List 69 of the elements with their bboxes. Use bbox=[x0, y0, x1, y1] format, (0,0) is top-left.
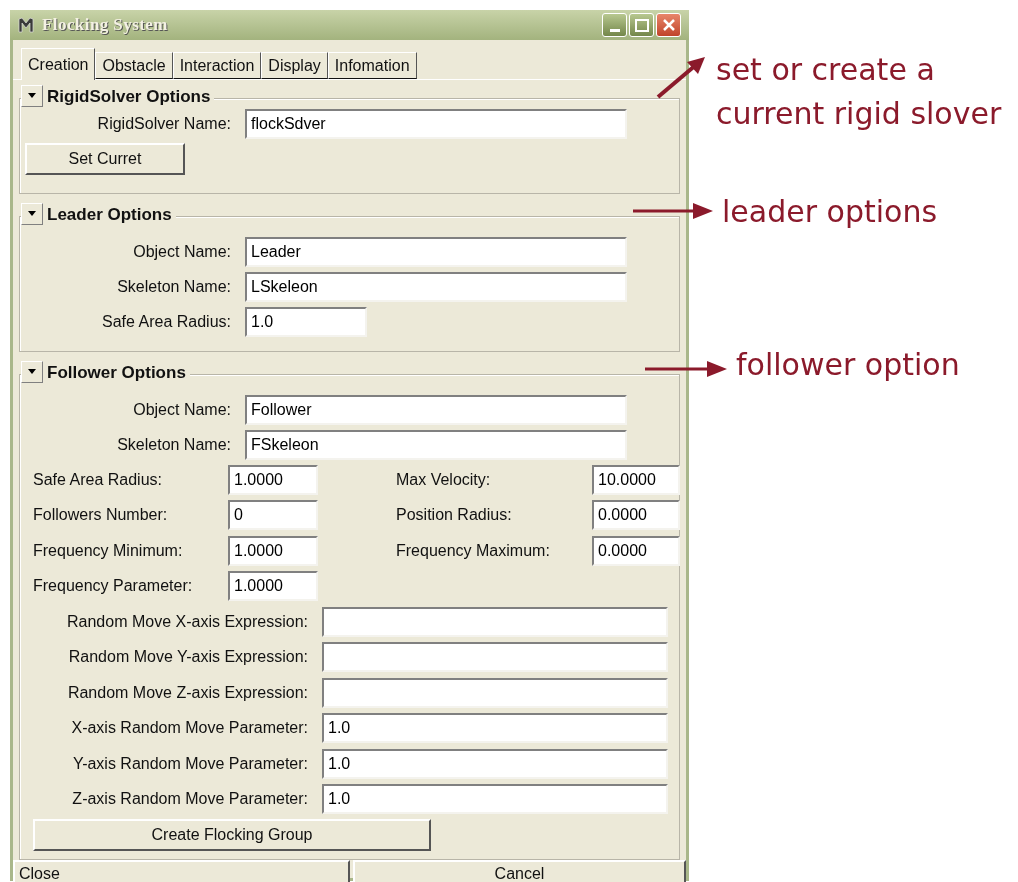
tab[interactable]: Creation bbox=[21, 48, 96, 80]
field-label: Random Move Z-axis Expression: bbox=[66, 682, 309, 703]
create-group-button[interactable]: Create Flocking Group bbox=[33, 819, 431, 851]
text-field[interactable]: 1.0 bbox=[245, 306, 367, 337]
text-field[interactable]: 0 bbox=[228, 500, 318, 531]
field-label: Safe Area Radius: bbox=[101, 311, 232, 332]
section-title: Follower Options bbox=[47, 363, 186, 381]
field-label: Object Name: bbox=[132, 241, 232, 262]
text-field[interactable]: 1.0000 bbox=[228, 535, 318, 566]
text-field[interactable]: LSkeleon bbox=[245, 271, 627, 302]
field-label: Y-axis Random Move Parameter: bbox=[71, 753, 309, 774]
field-label: Safe Area Radius: bbox=[33, 469, 163, 490]
close-dialog-button[interactable]: Close bbox=[13, 860, 350, 882]
collapse-toggle[interactable] bbox=[21, 203, 43, 225]
window-title: Flocking System bbox=[42, 14, 168, 37]
text-field[interactable]: flockSdver bbox=[245, 108, 627, 139]
field-label: Random Move Y-axis Expression: bbox=[67, 647, 309, 668]
text-field[interactable] bbox=[322, 677, 668, 708]
maximize-icon bbox=[634, 18, 649, 32]
text-field[interactable]: Leader bbox=[245, 236, 627, 267]
annotation-text: leader options bbox=[722, 193, 938, 231]
close-button[interactable] bbox=[656, 13, 681, 37]
field-label: Frequency Minimum: bbox=[33, 540, 184, 561]
text-field[interactable] bbox=[322, 606, 668, 637]
caret-down-icon bbox=[28, 93, 36, 99]
text-field[interactable]: 1.0000 bbox=[228, 464, 318, 495]
field-label: Z-axis Random Move Parameter: bbox=[71, 789, 309, 810]
collapse-toggle[interactable] bbox=[21, 85, 43, 107]
field-label: Skeleton Name: bbox=[116, 276, 232, 297]
minimize-icon bbox=[609, 29, 620, 32]
annotation-text: current rigid slover bbox=[716, 95, 1002, 133]
section-title: Leader Options bbox=[47, 205, 172, 223]
text-field[interactable] bbox=[322, 642, 668, 673]
field-label: RigidSolver Name: bbox=[96, 113, 232, 134]
text-field[interactable]: Follower bbox=[245, 394, 627, 425]
collapse-toggle[interactable] bbox=[21, 361, 43, 383]
field-label: Followers Number: bbox=[33, 505, 169, 526]
maximize-button[interactable] bbox=[629, 13, 654, 37]
annotation-text: set or create a bbox=[716, 51, 936, 89]
app-icon bbox=[18, 17, 34, 33]
field-label: X-axis Random Move Parameter: bbox=[70, 718, 309, 739]
caret-down-icon bbox=[28, 369, 36, 375]
cancel-button[interactable]: Cancel bbox=[353, 860, 686, 882]
tab[interactable]: Display bbox=[261, 52, 328, 79]
field-label: Frequency Maximum: bbox=[396, 540, 551, 561]
text-field[interactable]: FSkeleon bbox=[245, 429, 627, 460]
field-label: Object Name: bbox=[132, 399, 232, 420]
text-field[interactable]: 1.0 bbox=[322, 748, 668, 779]
text-field[interactable]: 0.0000 bbox=[592, 500, 680, 531]
text-field[interactable]: 1.0000 bbox=[228, 571, 318, 602]
tab[interactable]: Infomation bbox=[327, 52, 417, 79]
text-field[interactable]: 1.0 bbox=[322, 784, 668, 815]
section-title: RigidSolver Options bbox=[47, 87, 211, 105]
text-field[interactable]: 1.0 bbox=[322, 713, 668, 744]
field-label: Frequency Parameter: bbox=[33, 576, 194, 597]
text-field[interactable]: 0.0000 bbox=[592, 535, 680, 566]
tab[interactable]: Obstacle bbox=[95, 52, 173, 79]
annotation-text: follower option bbox=[736, 346, 960, 384]
field-label: Max Velocity: bbox=[396, 469, 492, 490]
set-current-button[interactable]: Set Curret bbox=[25, 143, 185, 175]
tab[interactable]: Interaction bbox=[172, 52, 262, 79]
field-label: Random Move X-axis Expression: bbox=[66, 611, 309, 632]
text-field[interactable]: 10.0000 bbox=[592, 464, 680, 495]
field-label: Skeleton Name: bbox=[116, 434, 232, 455]
field-label: Position Radius: bbox=[396, 505, 513, 526]
caret-down-icon bbox=[28, 211, 36, 217]
minimize-button[interactable] bbox=[602, 13, 627, 37]
close-icon bbox=[661, 18, 676, 32]
leader-line bbox=[655, 54, 707, 100]
